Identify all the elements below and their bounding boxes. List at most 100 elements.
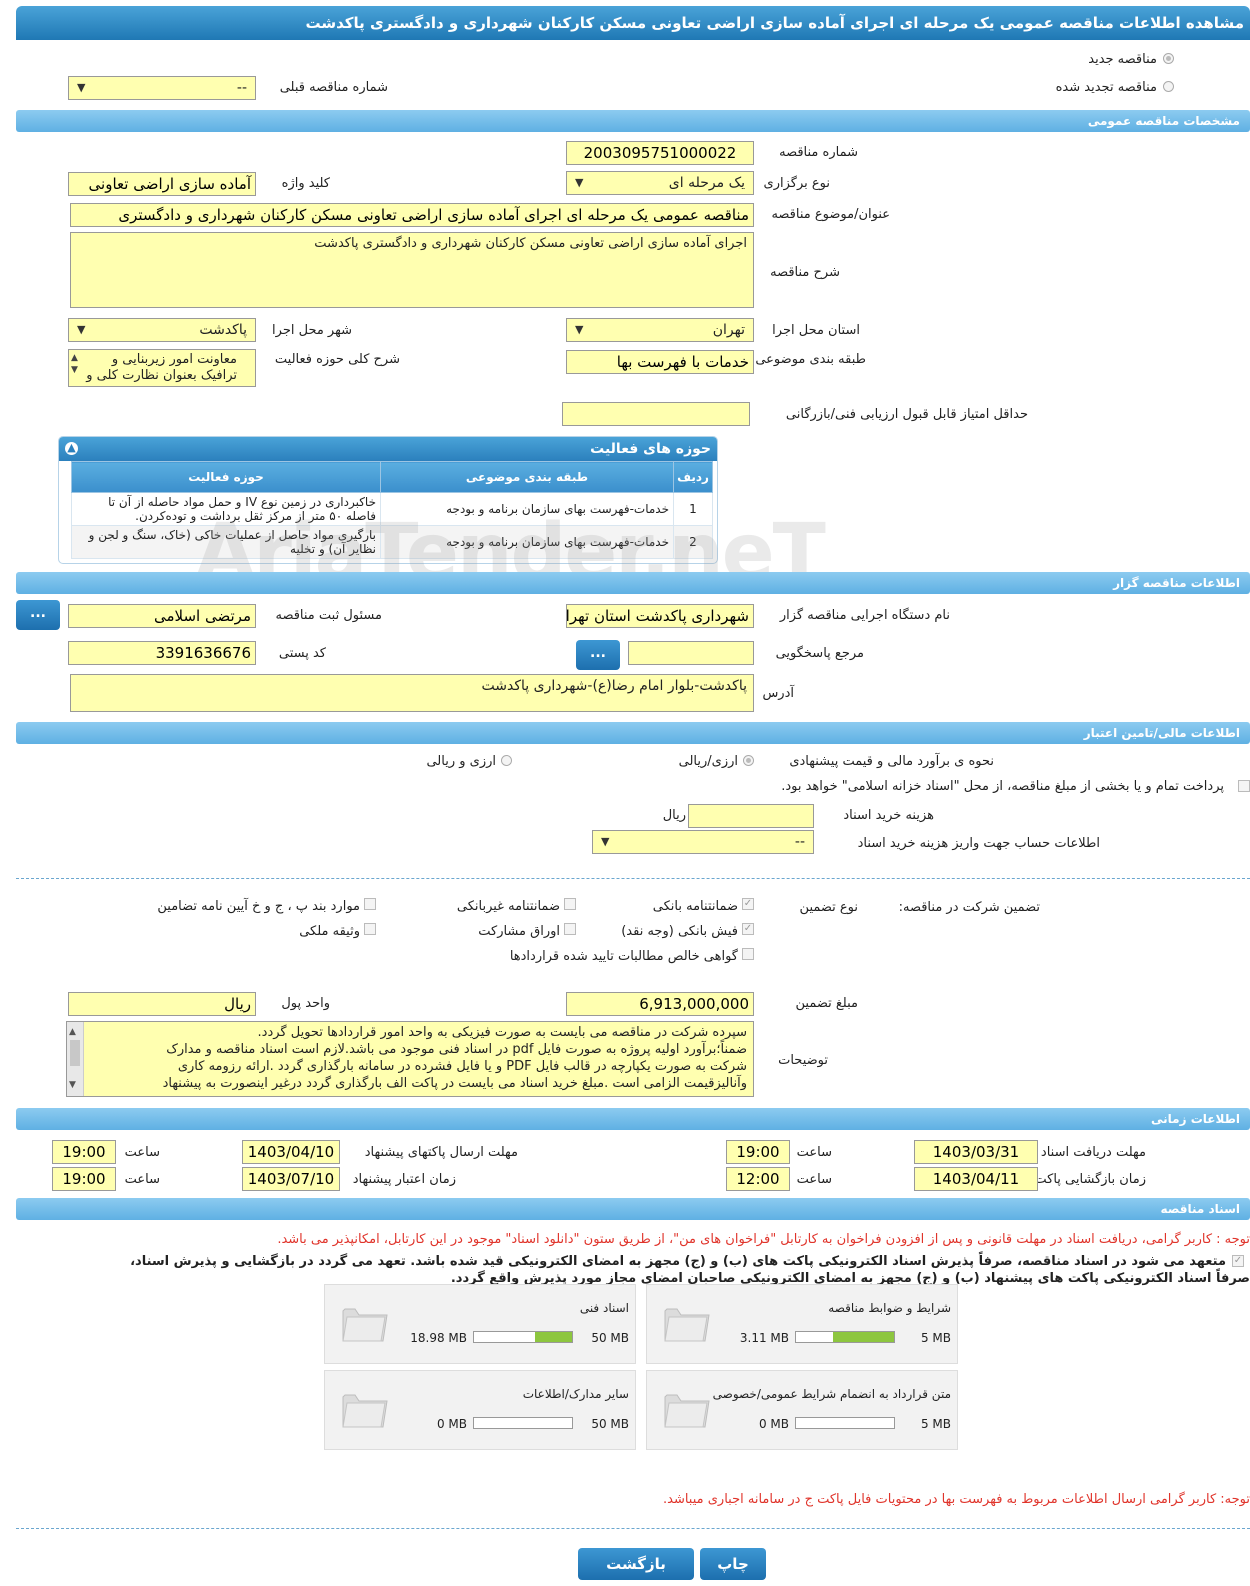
doc-card-progress xyxy=(473,1331,573,1343)
city-select[interactable]: پاکدشت ▼ xyxy=(68,318,256,342)
guarantee-option: موارد بند پ ، ج و خ آیین نامه تضامین xyxy=(157,899,360,914)
province-select[interactable]: تهران ▼ xyxy=(566,318,754,342)
org-name-field[interactable]: شهرداری پاکدشت استان تهران xyxy=(566,604,754,628)
validity-time-field[interactable]: 19:00 xyxy=(52,1167,116,1191)
treasury-checkbox[interactable] xyxy=(1238,780,1250,792)
doc-card-title: سایر مدارک/اطلاعات xyxy=(522,1387,629,1401)
doc-card-used: 18.98 MB xyxy=(410,1331,467,1345)
validity-date-field[interactable]: 1403/07/10 xyxy=(242,1167,340,1191)
doc-card-max: 5 MB xyxy=(920,1417,951,1431)
folder-icon xyxy=(664,1308,710,1342)
responsible-field[interactable]: مرتضی اسلامی xyxy=(68,604,256,628)
send-date-field[interactable]: 1403/04/10 xyxy=(242,1140,340,1164)
tender-number-field[interactable]: 2003095751000022 xyxy=(566,141,754,165)
scroll-arrows-icon[interactable]: ▲ ▼ xyxy=(71,352,78,376)
prev-number-value: -- xyxy=(236,80,247,96)
currency-field[interactable]: ریال xyxy=(68,992,256,1016)
subject-field[interactable]: مناقصه عمومی یک مرحله ای اجرای آماده ساز… xyxy=(70,203,754,227)
category-label: طبقه بندی موضوعی xyxy=(755,352,866,367)
opening-date-field[interactable]: 1403/04/11 xyxy=(914,1167,1038,1191)
clause-guarantee-checkbox[interactable] xyxy=(364,898,376,910)
receive-time-field[interactable]: 19:00 xyxy=(726,1140,790,1164)
commitment-text: متعهد می شود در اسناد مناقصه، صرفاً پذیر… xyxy=(130,1254,1226,1269)
category-field[interactable]: خدمات با فهرست بها xyxy=(566,350,754,374)
doc-cost-field[interactable] xyxy=(688,804,814,828)
nonbank-guarantee-checkbox[interactable] xyxy=(564,898,576,910)
city-label: شهر محل اجرا xyxy=(272,323,352,338)
province-value: تهران xyxy=(712,322,745,338)
reference-lookup-button[interactable]: ... xyxy=(576,640,620,670)
doc-card-conditions[interactable]: شرایط و ضوابط مناقصه 5 MB 3.11 MB xyxy=(646,1284,958,1364)
postal-code-label: کد پستی xyxy=(278,646,326,661)
doc-card-contract[interactable]: متن قرارداد به انضمام شرایط عمومی/خصوصی … xyxy=(646,1370,958,1450)
org-name-label: نام دستگاه اجرایی مناقصه گزار xyxy=(779,608,950,623)
hour-label: ساعت xyxy=(796,1172,832,1187)
bank-receipt-checkbox[interactable]: ✓ xyxy=(742,923,754,935)
claims-certificate-checkbox[interactable] xyxy=(742,948,754,960)
hour-label: ساعت xyxy=(796,1145,832,1160)
holding-type-select[interactable]: یک مرحله ای ▼ xyxy=(566,171,754,195)
doc-card-title: متن قرارداد به انضمام شرایط عمومی/خصوصی xyxy=(712,1387,951,1401)
activity-desc-field[interactable]: معاونت امور زیربنایی و ترافیک بعنوان نظا… xyxy=(68,349,256,387)
subject-label: عنوان/موضوع مناقصه xyxy=(771,207,890,222)
account-select[interactable]: -- ▼ xyxy=(592,830,814,854)
activity-desc-label: شرح کلی حوزه فعالیت xyxy=(274,352,400,367)
bonds-checkbox[interactable] xyxy=(564,923,576,935)
guarantee-option: فیش بانکی (وجه نقد) xyxy=(621,924,738,939)
bank-guarantee-checkbox[interactable]: ✓ xyxy=(742,898,754,910)
section-general: مشخصات مناقصه عمومی xyxy=(16,110,1250,132)
page-title: مشاهده اطلاعات مناقصه عمومی یک مرحله ای … xyxy=(16,6,1250,40)
print-button[interactable]: چاپ xyxy=(700,1548,766,1580)
receive-deadline-label: مهلت دریافت اسناد xyxy=(1040,1145,1146,1160)
table-header-row: ردیف طبقه بندی موضوعی حوزه فعالیت xyxy=(71,461,713,493)
address-field[interactable]: پاکدشت-بلوار امام رضا(ع)-شهرداری پاکدشت xyxy=(70,674,754,712)
property-collateral-checkbox[interactable] xyxy=(364,923,376,935)
opening-time-field[interactable]: 12:00 xyxy=(726,1167,790,1191)
doc-card-used: 0 MB xyxy=(436,1417,467,1431)
org-lookup-button[interactable]: ... xyxy=(16,600,60,630)
activity-desc-line: معاونت امور زیربنایی و xyxy=(111,352,237,367)
doc-card-max: 5 MB xyxy=(920,1331,951,1345)
receive-date-field[interactable]: 1403/03/31 xyxy=(914,1140,1038,1164)
divider xyxy=(16,1528,1250,1529)
scroll-down-icon[interactable]: ▼ xyxy=(69,1077,76,1094)
guarantee-amount-field[interactable]: 6,913,000,000 xyxy=(566,992,754,1016)
notes-field[interactable]: سپرده شرکت در مناقصه می بایست به صورت فی… xyxy=(66,1021,754,1097)
fx-radio[interactable] xyxy=(501,755,512,766)
tender-number-label: شماره مناقصه xyxy=(779,145,858,160)
fx-option-label: ارزی و ریالی xyxy=(426,754,496,769)
chevron-down-icon: ▼ xyxy=(575,176,584,189)
description-label: شرح مناقصه xyxy=(770,265,840,280)
min-score-label: حداقل امتیاز قابل قبول ارزیابی فنی/بازرگ… xyxy=(785,407,1028,422)
min-score-field[interactable] xyxy=(562,402,750,426)
prev-number-select[interactable]: -- ▼ xyxy=(68,76,256,100)
commitment-checkbox[interactable]: ✓ xyxy=(1232,1255,1244,1267)
notes-scrollbar[interactable]: ▲ ▼ xyxy=(67,1022,84,1096)
back-button[interactable]: بازگشت xyxy=(578,1548,694,1580)
new-tender-radio[interactable] xyxy=(1163,53,1174,64)
guarantee-option: ضمانتنامه غیربانکی xyxy=(456,899,560,914)
send-time-field[interactable]: 19:00 xyxy=(52,1140,116,1164)
chevron-down-icon: ▼ xyxy=(77,323,86,336)
scroll-up-icon[interactable]: ▲ xyxy=(69,1024,76,1041)
doc-card-other[interactable]: سایر مدارک/اطلاعات 50 MB 0 MB xyxy=(324,1370,636,1450)
postal-code-field[interactable]: 3391636676 xyxy=(68,641,256,665)
scroll-thumb[interactable] xyxy=(70,1040,80,1066)
rial-radio[interactable] xyxy=(743,755,754,766)
collapse-icon[interactable]: ▲ xyxy=(65,442,78,455)
chevron-down-icon: ▼ xyxy=(77,81,86,94)
keyword-field[interactable]: آماده سازی اراضی تعاونی xyxy=(68,172,256,196)
guarantee-option: ضمانتنامه بانکی xyxy=(652,899,738,914)
chevron-down-icon: ▼ xyxy=(575,323,584,336)
renewed-tender-radio[interactable] xyxy=(1163,81,1174,92)
treasury-text: پرداخت تمام و یا بخشی از مبلغ مناقصه، از… xyxy=(781,779,1224,794)
folder-icon xyxy=(342,1394,388,1428)
guarantee-label: تضمین شرکت در مناقصه: xyxy=(898,900,1040,915)
notes-line: ضمناً؛برآورد اولیه پروژه به صورت فایل pd… xyxy=(166,1042,747,1057)
reference-field[interactable] xyxy=(628,641,754,665)
guarantee-amount-label: مبلغ تضمین xyxy=(795,996,858,1011)
doc-card-technical[interactable]: اسناد فنی 50 MB 18.98 MB xyxy=(324,1284,636,1364)
hour-label: ساعت xyxy=(124,1172,160,1187)
hour-label: ساعت xyxy=(124,1145,160,1160)
description-field[interactable]: اجرای آماده سازی اراضی تعاونی مسکن کارکن… xyxy=(70,232,754,308)
